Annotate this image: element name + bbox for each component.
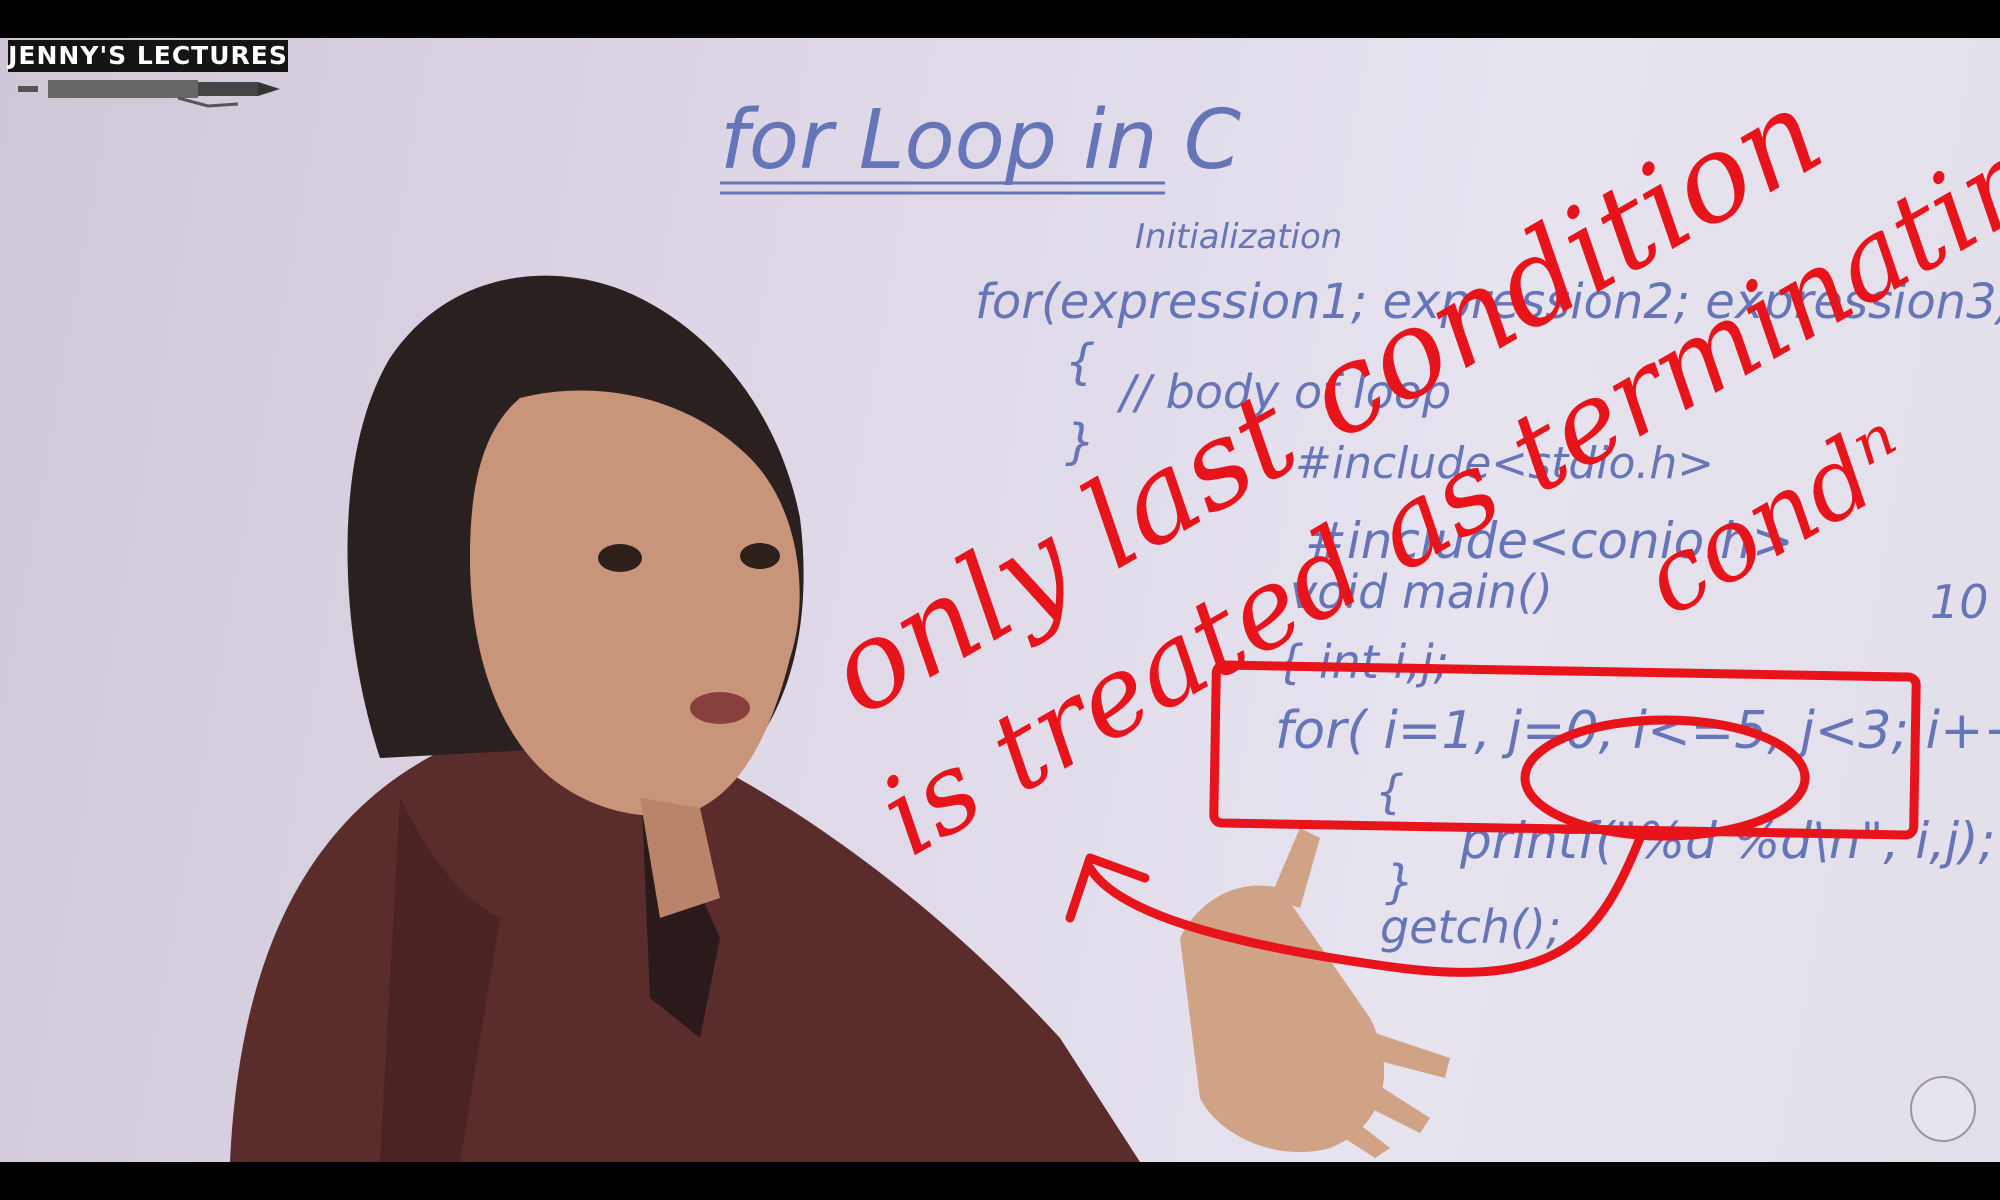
presenter-eye-left: [598, 544, 642, 572]
whiteboard-scene: for Loop in C Initialization for(express…: [230, 63, 2000, 1162]
inner-open: {: [1375, 765, 1404, 819]
channel-logo-text: JENNY'S LECTURES: [8, 40, 288, 72]
getch-line: getch();: [1380, 900, 1561, 954]
for-line: for( i=1, j=0; i<=5, j<3; i++): [1275, 701, 2000, 761]
hand-thumb: [1270, 828, 1320, 908]
board-title: for Loop in C: [720, 93, 1241, 188]
presenter-hand: [1180, 885, 1385, 1153]
channel-logo: JENNY'S LECTURES: [8, 40, 288, 112]
presenter-mouth: [690, 692, 750, 724]
pen-icon: [18, 80, 280, 108]
channel-watermark-icon[interactable]: [1910, 1076, 1976, 1142]
video-frame: for Loop in C Initialization for(express…: [0, 0, 2000, 1200]
presenter-eye-right: [740, 543, 780, 569]
brace-open: {: [1065, 334, 1096, 390]
label-initialization: Initialization: [1135, 217, 1342, 257]
annotation-layer: only last condition is treated as termin…: [805, 63, 2000, 977]
video-scene: for Loop in C Initialization for(express…: [0, 38, 2000, 1162]
side-number: 10: [1930, 575, 1989, 629]
